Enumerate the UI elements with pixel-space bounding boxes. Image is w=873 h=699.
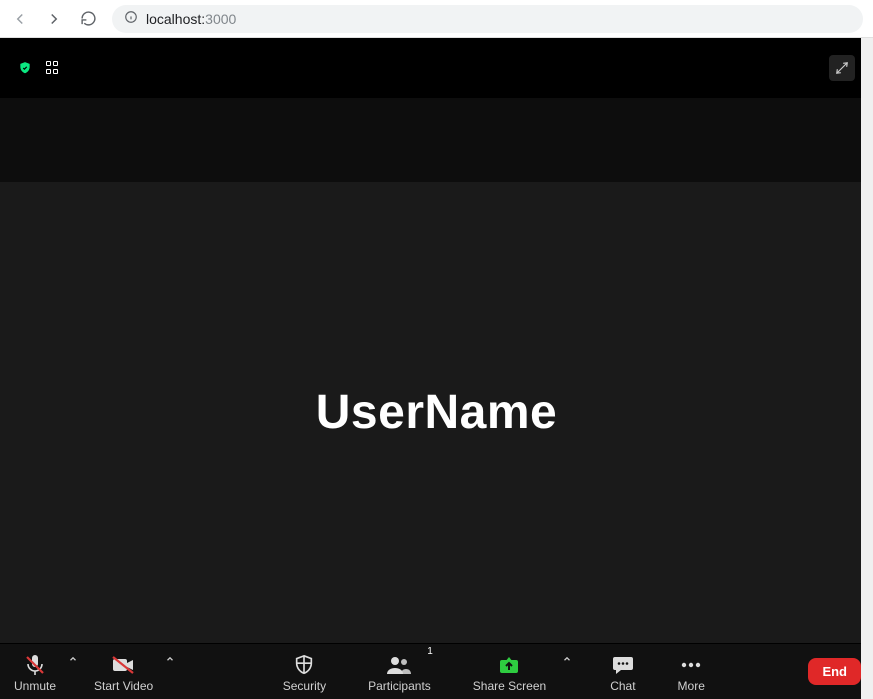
participants-count: 1 <box>427 646 433 657</box>
meeting-topbar <box>0 38 873 98</box>
participants-button[interactable]: 1 Participants <box>360 644 439 699</box>
security-label: Security <box>283 679 326 693</box>
vertical-scrollbar[interactable] <box>861 38 873 699</box>
share-screen-label: Share Screen <box>473 679 546 693</box>
microphone-muted-icon <box>23 653 47 677</box>
start-video-label: Start Video <box>94 679 153 693</box>
meeting-toolbar: Unmute Start Video <box>0 643 873 699</box>
video-stage: UserName <box>0 182 873 643</box>
participants-label: Participants <box>368 679 431 693</box>
share-options-caret[interactable] <box>558 644 576 699</box>
video-options-caret[interactable] <box>161 644 179 699</box>
gallery-view-icon[interactable] <box>46 61 60 75</box>
audio-options-caret[interactable] <box>64 644 82 699</box>
meeting-window: UserName Unmute <box>0 38 873 699</box>
info-icon <box>124 10 138 27</box>
more-button[interactable]: More <box>670 644 713 699</box>
chat-icon <box>611 653 635 677</box>
participant-name: UserName <box>316 385 557 440</box>
end-meeting-button[interactable]: End <box>808 658 861 685</box>
url-host: localhost: <box>146 11 205 27</box>
start-video-button[interactable]: Start Video <box>86 644 161 699</box>
share-screen-button[interactable]: Share Screen <box>465 644 554 699</box>
security-button[interactable]: Security <box>275 644 334 699</box>
address-bar[interactable]: localhost:3000 <box>112 5 863 33</box>
camera-off-icon <box>111 653 137 677</box>
reload-button[interactable] <box>78 9 98 29</box>
more-label: More <box>678 679 705 693</box>
unmute-label: Unmute <box>14 679 56 693</box>
shield-icon <box>293 653 315 677</box>
url-port: 3000 <box>205 11 236 27</box>
chat-button[interactable]: Chat <box>602 644 643 699</box>
encryption-shield-icon[interactable] <box>18 61 32 75</box>
browser-toolbar: localhost:3000 <box>0 0 873 38</box>
participants-icon <box>386 653 412 677</box>
forward-button[interactable] <box>44 9 64 29</box>
spacer <box>0 98 873 182</box>
back-button[interactable] <box>10 9 30 29</box>
chat-label: Chat <box>610 679 635 693</box>
unmute-button[interactable]: Unmute <box>6 644 64 699</box>
more-icon <box>679 653 703 677</box>
share-screen-icon <box>497 653 521 677</box>
fullscreen-button[interactable] <box>829 55 855 81</box>
